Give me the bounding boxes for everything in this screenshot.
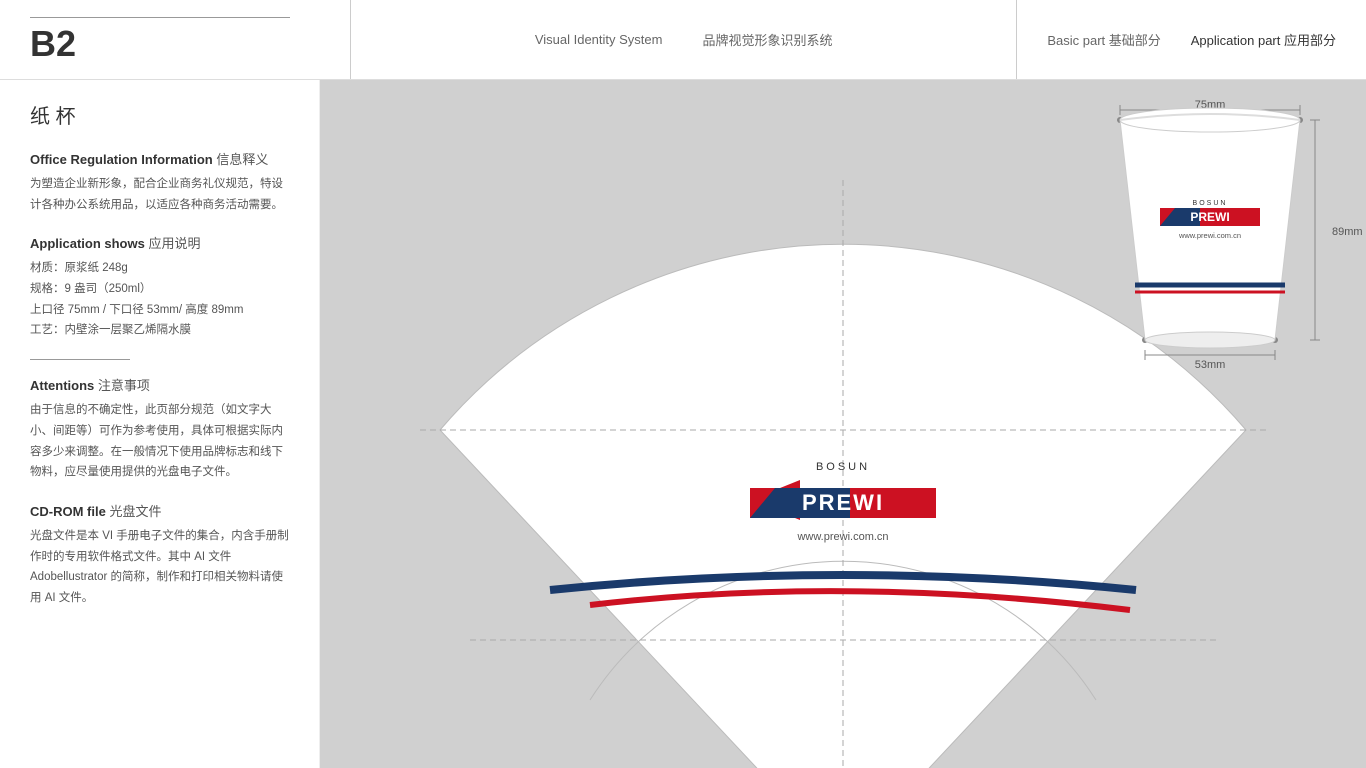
nav-visual-identity: Visual Identity System bbox=[535, 32, 663, 47]
svg-text:www.prewi.com.cn: www.prewi.com.cn bbox=[1178, 231, 1241, 240]
header-center: Visual Identity System 品牌视觉形象识别系统 bbox=[350, 0, 1017, 79]
page-code: B2 bbox=[30, 26, 350, 62]
info-text-2: 由于信息的不确定性，此页部分规范（如文字大小、间距等）可作为参考使用，具体可根据… bbox=[30, 400, 289, 483]
info-heading-2: Attentions 注意事项 bbox=[30, 375, 289, 394]
sidebar: 纸 杯 Office Regulation Information 信息释义 为… bbox=[0, 80, 320, 768]
svg-text:PREWI: PREWI bbox=[1190, 210, 1229, 224]
svg-text:BOSUN: BOSUN bbox=[1193, 200, 1228, 207]
nav-application-part: Application part 应用部分 bbox=[1191, 30, 1336, 49]
header: B2 Visual Identity System 品牌视觉形象识别系统 Bas… bbox=[0, 0, 1366, 80]
info-heading-1: Application shows 应用说明 bbox=[30, 233, 289, 252]
info-section-2: Attentions 注意事项 由于信息的不确定性，此页部分规范（如文字大小、间… bbox=[30, 375, 289, 483]
nav-basic-part: Basic part 基础部分 bbox=[1047, 30, 1160, 49]
svg-text:89mm: 89mm bbox=[1332, 226, 1363, 238]
svg-text:www.prewi.com.cn: www.prewi.com.cn bbox=[796, 531, 888, 543]
nav-brand-cn: 品牌视觉形象识别系统 bbox=[702, 30, 832, 49]
sidebar-title: 纸 杯 bbox=[30, 100, 289, 129]
svg-text:53mm: 53mm bbox=[1195, 359, 1226, 371]
diagram-svg: BOSUN PREWI www.prewi.com.cn bbox=[320, 80, 1366, 768]
info-text-3: 光盘文件是本 VI 手册电子文件的集合，内含手册制作时的专用软件格式文件。其中 … bbox=[30, 526, 289, 609]
info-section-3: CD-ROM file 光盘文件 光盘文件是本 VI 手册电子文件的集合，内含手… bbox=[30, 501, 289, 609]
info-section-0: Office Regulation Information 信息释义 为塑造企业… bbox=[30, 149, 289, 215]
svg-text:BOSUN: BOSUN bbox=[816, 461, 870, 473]
page-container: B2 Visual Identity System 品牌视觉形象识别系统 Bas… bbox=[0, 0, 1366, 768]
diagram-area: BOSUN PREWI www.prewi.com.cn bbox=[320, 80, 1366, 768]
svg-text:PREWI: PREWI bbox=[802, 490, 884, 515]
info-text-1: 材质：原浆纸 248g 规格：9 盎司（250ml） 上口径 75mm / 下口… bbox=[30, 258, 289, 341]
short-divider bbox=[30, 359, 130, 360]
info-heading-0: Office Regulation Information 信息释义 bbox=[30, 149, 289, 168]
info-heading-3: CD-ROM file 光盘文件 bbox=[30, 501, 289, 520]
header-top-divider bbox=[30, 17, 290, 18]
header-left: B2 bbox=[30, 17, 350, 62]
info-text-0: 为塑造企业新形象，配合企业商务礼仪规范，特设计各种办公系统用品，以适应各种商务活… bbox=[30, 174, 289, 215]
info-section-1: Application shows 应用说明 材质：原浆纸 248g 规格：9 … bbox=[30, 233, 289, 341]
header-right: Basic part 基础部分 Application part 应用部分 bbox=[1017, 30, 1336, 49]
main-content: 纸 杯 Office Regulation Information 信息释义 为… bbox=[0, 80, 1366, 768]
